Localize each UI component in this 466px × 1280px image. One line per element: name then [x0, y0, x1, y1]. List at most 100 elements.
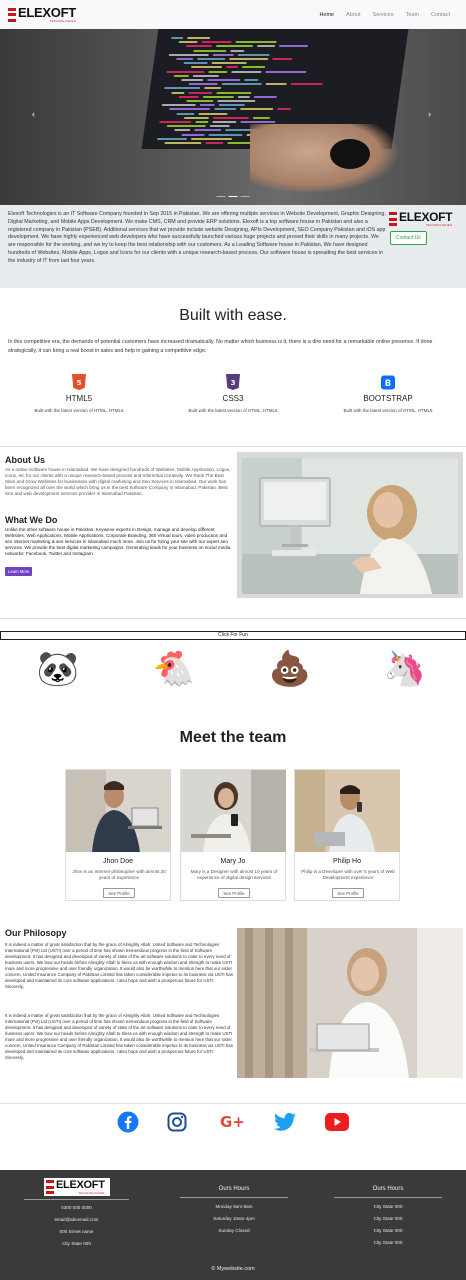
- footer: ELEXOFT TECHNOLOGIES 0300 000 0000 email…: [0, 1170, 466, 1280]
- code-line: [202, 95, 235, 98]
- built-text: In this competitive era, the demands of …: [8, 339, 433, 354]
- code-line: [164, 142, 202, 144]
- tech-bootstrap: B BOOTSTRAP Built with the latest versio…: [313, 374, 463, 413]
- code-line: [216, 91, 252, 94]
- youtube-icon[interactable]: [325, 1110, 349, 1134]
- code-line: [205, 142, 224, 144]
- code-line: [178, 41, 198, 44]
- code-line: [166, 70, 205, 73]
- code-line: [208, 70, 228, 73]
- see-profile-button[interactable]: See Profile: [332, 888, 364, 898]
- code-line: [171, 37, 184, 39]
- chevron-right-icon[interactable]: ›: [428, 109, 431, 119]
- about-title: About Us: [5, 455, 45, 465]
- divider: [0, 618, 466, 619]
- brand-tagline: TECHNOLOGIES: [426, 223, 453, 227]
- nav-team[interactable]: Team: [406, 12, 419, 18]
- panda-emoji-icon[interactable]: 🐼: [34, 652, 82, 686]
- carousel-indicator[interactable]: [228, 196, 238, 197]
- code-line: [185, 45, 213, 48]
- code-line: [166, 125, 206, 128]
- brand-logo[interactable]: ELEXOFT TECHNOLOGIES: [8, 6, 76, 23]
- intro-section: Elexoft Technologies is an IT Software C…: [0, 205, 466, 288]
- footer-hours-item: Sunday Closed: [218, 1228, 250, 1233]
- philosophy-paragraph: It is indeed a matter of great satisfact…: [5, 1013, 233, 1060]
- unicorn-emoji-icon[interactable]: 🦄: [381, 652, 429, 686]
- tech-css3: 3 CSS3 Built with the latest version of …: [158, 374, 308, 413]
- see-profile-button[interactable]: See Profile: [103, 888, 135, 898]
- tech-desc: Built with the latest version of HTML, H…: [34, 408, 124, 413]
- code-line: [225, 66, 239, 69]
- svg-text:3: 3: [231, 379, 236, 387]
- nav-contact[interactable]: Contact: [431, 12, 450, 18]
- code-line: [195, 121, 209, 123]
- poop-emoji-icon[interactable]: 💩: [266, 652, 314, 686]
- logo-mark-icon: [389, 212, 397, 226]
- code-line: [237, 95, 251, 98]
- nav-home[interactable]: Home: [319, 12, 334, 18]
- tech-name: CSS3: [222, 394, 244, 403]
- footer-hours-title: Ours Hours: [372, 1186, 404, 1192]
- team-name: Philip Ho: [332, 858, 361, 865]
- logo-mark-icon: [46, 1180, 54, 1194]
- learn-more-button[interactable]: Learn More: [5, 567, 33, 576]
- code-line: [193, 49, 227, 52]
- code-line: [253, 95, 278, 98]
- code-line: [203, 87, 222, 90]
- code-line: [239, 108, 274, 111]
- footer-hours-list: Monday 9am-5am Saturday 10am-4pm Sunday …: [180, 1201, 288, 1237]
- nav-services[interactable]: Services: [372, 12, 393, 18]
- brand-name: ELEXOFT: [18, 5, 76, 20]
- brand-name: ELEXOFT: [56, 1178, 105, 1191]
- tech-desc: Built with the latest version of HTML, H…: [343, 408, 433, 413]
- code-line: [212, 53, 234, 56]
- footer-hours-item: City State 000: [373, 1228, 403, 1233]
- code-line: [217, 100, 256, 102]
- svg-text:G+: G+: [220, 1113, 245, 1131]
- instagram-icon[interactable]: [165, 1110, 189, 1134]
- code-line: [171, 91, 185, 94]
- css3-icon: 3: [226, 374, 240, 390]
- brand-name: ELEXOFT: [399, 210, 453, 224]
- footer-address: 000 Street name: [59, 1229, 94, 1234]
- team-photo: [66, 770, 171, 852]
- code-line: [156, 137, 188, 140]
- code-line: [201, 41, 232, 44]
- divider: [180, 1197, 288, 1198]
- code-line: [218, 104, 245, 107]
- code-line: [208, 133, 243, 136]
- footer-hours-2: Ours Hours: [334, 1186, 442, 1192]
- copyright: © Mywebsite.com: [211, 1266, 255, 1272]
- team-card: Mary Jo Mary is a Designer with almost 1…: [180, 769, 286, 901]
- carousel-indicator[interactable]: [216, 196, 226, 197]
- code-line: [240, 121, 276, 123]
- contact-us-button[interactable]: Contact Us: [390, 231, 427, 245]
- see-profile-button[interactable]: See Profile: [218, 888, 250, 898]
- intro-text: Elexoft Technologies is an IT Software C…: [8, 211, 386, 264]
- philosophy-paragraph: It is indeed a matter of great satisfact…: [5, 942, 233, 989]
- google-plus-icon[interactable]: G+: [219, 1110, 249, 1134]
- chevron-left-icon[interactable]: ‹: [32, 109, 35, 119]
- divider: [334, 1197, 442, 1198]
- team-card: Philip Ho Philip is a Developer with ove…: [294, 769, 400, 901]
- footer-logo[interactable]: ELEXOFT TECHNOLOGIES: [44, 1178, 110, 1196]
- click-for-fun-button[interactable]: Click For Fun: [0, 631, 466, 640]
- facebook-icon[interactable]: [116, 1110, 140, 1134]
- code-line: [192, 74, 219, 77]
- code-line: [252, 116, 271, 119]
- twitter-icon[interactable]: [273, 1110, 297, 1134]
- hero-watch: [330, 139, 370, 169]
- tech-name: HTML5: [65, 394, 93, 403]
- chicken-emoji-icon[interactable]: 🐔: [150, 652, 198, 686]
- code-line: [187, 37, 211, 39]
- code-line: [237, 53, 270, 56]
- bootstrap-icon: B: [381, 374, 395, 390]
- carousel-indicators: [216, 196, 250, 197]
- carousel-indicator[interactable]: [240, 196, 250, 197]
- footer-hours-item: City State 000: [373, 1240, 403, 1245]
- code-line: [231, 70, 262, 73]
- code-line: [181, 133, 205, 136]
- code-line: [163, 87, 201, 90]
- code-line: [188, 83, 218, 86]
- nav-about[interactable]: About: [346, 12, 360, 18]
